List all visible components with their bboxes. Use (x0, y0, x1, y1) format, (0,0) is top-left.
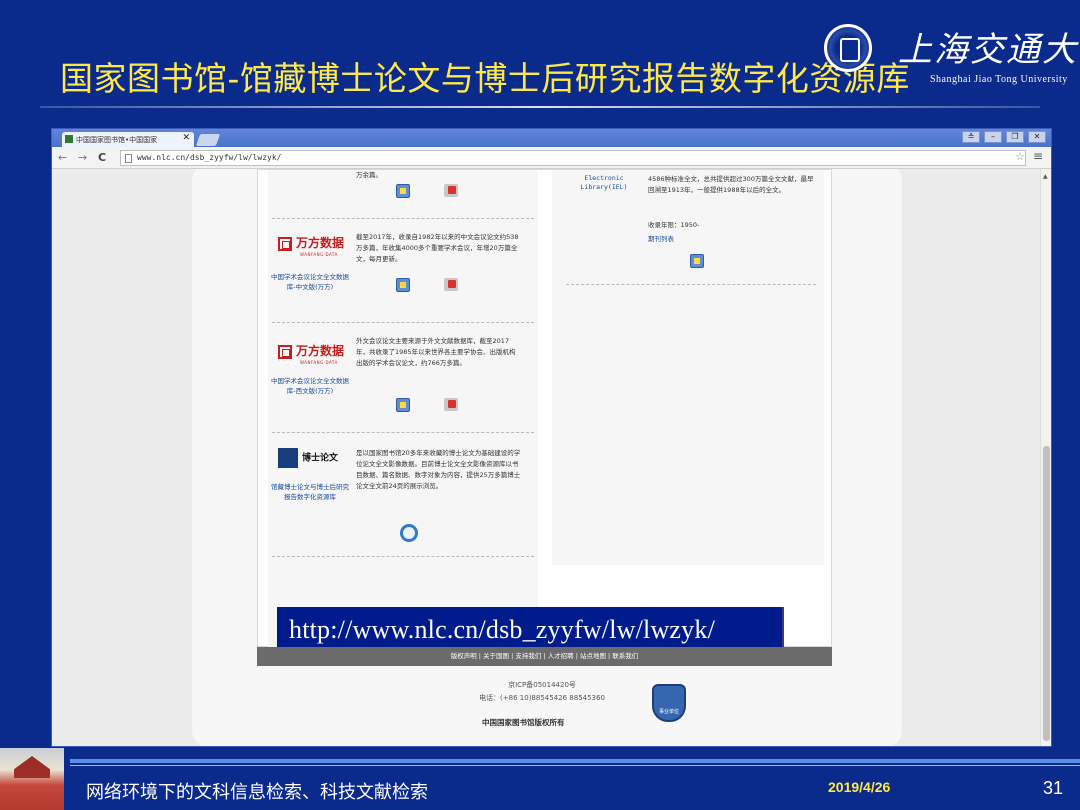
reload-icon[interactable]: C (98, 151, 106, 164)
top-text: 万余篇。 (356, 171, 382, 179)
dsb-logo-text: 博士论文 (302, 453, 339, 464)
tab-bar: 中国国家图书馆•中国国家 ✕ ≗ – ❐ ✕ (52, 129, 1051, 147)
pdf-icon[interactable] (444, 278, 458, 291)
wanfang-logo-text: 万方数据 (296, 344, 345, 358)
menu-icon[interactable]: ≡ (1033, 149, 1043, 163)
pdf-icon[interactable] (444, 184, 458, 197)
wanfang-sub: WANFANG DATA (300, 360, 338, 365)
footer-divider (70, 759, 1080, 763)
slide-date: 2019/4/26 (828, 779, 891, 795)
browser-window: 中国国家图书馆•中国国家 ✕ ≗ – ❐ ✕ ← → C www.nlc.cn/… (51, 128, 1052, 747)
logo-en-text: Shanghai Jiao Tong University (930, 74, 1068, 85)
favicon-icon (65, 135, 73, 143)
forward-icon[interactable]: → (78, 151, 87, 164)
scroll-thumb[interactable] (1043, 446, 1050, 741)
restore-button[interactable]: ❐ (1006, 131, 1024, 143)
entry2-caption-link[interactable]: 中国学术会议论文全文数据库-西文版(万方) (270, 376, 350, 396)
page-icon (125, 154, 132, 163)
university-logo: 上海交通大学 Shanghai Jiao Tong University (820, 22, 1080, 86)
full-text-icon[interactable] (396, 184, 410, 198)
url-text: www.nlc.cn/dsb_zyyfw/lw/lwzyk/ (137, 153, 282, 162)
wanfang-logo-text: 万方数据 (296, 236, 345, 250)
divider (272, 322, 534, 323)
wanfang-logo: 万方数据 (278, 234, 344, 251)
footer-divider-thin (70, 765, 1080, 766)
dsb-logo-icon (278, 448, 298, 468)
close-window-button[interactable]: ✕ (1028, 131, 1046, 143)
url-input[interactable]: www.nlc.cn/dsb_zyyfw/lw/lwzyk/ (120, 150, 1026, 166)
divider (566, 284, 816, 285)
divider (272, 218, 534, 219)
title-divider (40, 106, 1040, 108)
browse-icon[interactable] (400, 524, 418, 542)
journal-list-link[interactable]: 期刊列表 (648, 233, 674, 243)
page-number: 31 (1043, 778, 1064, 798)
dsb-logo: 博士论文 (278, 448, 338, 468)
left-column: 万余篇。 万方数据 WANFANG DATA 截至2017年，收录自1982年以… (268, 170, 538, 648)
icp-info: 京ICP备05014420号 电话：(+86 10)88545426 88545… (452, 679, 632, 705)
tab-close-icon[interactable]: ✕ (182, 133, 190, 143)
institution-badge-icon[interactable]: 事业单位 (652, 684, 686, 722)
logo-cn-text: 上海交通大学 (898, 30, 1080, 70)
address-bar: ← → C www.nlc.cn/dsb_zyyfw/lw/lwzyk/ ☆ ≡ (52, 147, 1051, 169)
university-seal-icon (824, 24, 872, 72)
copyright: 中国国家图书馆版权所有 (482, 718, 565, 727)
badge-text: 事业单位 (658, 709, 679, 715)
building-photo (0, 748, 64, 810)
pdf-icon[interactable] (444, 398, 458, 411)
new-tab-button[interactable] (195, 134, 221, 146)
site-footer-links[interactable]: 版权声明 | 关于国图 | 支持我们 | 人才招聘 | 站点地图 | 联系我们 (257, 647, 832, 666)
minimize-button[interactable]: – (984, 131, 1002, 143)
full-text-icon[interactable] (396, 398, 410, 412)
iel-label[interactable]: Electronic Library(IEL) (574, 174, 634, 192)
full-text-icon[interactable] (690, 254, 704, 268)
phone-number: 电话：(+86 10)88545426 88545360 (479, 694, 605, 702)
full-text-icon[interactable] (396, 278, 410, 292)
vertical-scrollbar[interactable]: ▲ (1040, 169, 1051, 746)
url-banner-text: http://www.nlc.cn/dsb_zyyfw/lw/lwzyk/ (289, 615, 715, 644)
browser-tab[interactable]: 中国国家图书馆•中国国家 ✕ (62, 132, 194, 147)
page-content: 万余篇。 万方数据 WANFANG DATA 截至2017年，收录自1982年以… (257, 169, 832, 648)
back-icon[interactable]: ← (58, 151, 67, 164)
iel-desc: 4586种标准全文，总共提供超过300万篇全文文献，最早回溯至1913年，一般提… (648, 175, 814, 194)
tab-title: 中国国家图书馆•中国国家 (76, 136, 158, 144)
right-column: Electronic Library(IEL) 4586种标准全文，总共提供超过… (552, 170, 824, 565)
wanfang-sub: WANFANG DATA (300, 252, 338, 257)
bookmark-star-icon[interactable]: ☆ (1015, 150, 1025, 163)
entry3-desc: 是以国家图书馆20多年来收藏的博士论文为基础建设的学位论文全文影像数据。目前博士… (356, 449, 521, 490)
entry2-desc: 外文会议论文主要来源于外文文献数据库，截至2017年，共收录了1985年以来世界… (356, 337, 516, 367)
iel-years: 收录年限：1950- (648, 221, 700, 229)
page-viewport: 万余篇。 万方数据 WANFANG DATA 截至2017年，收录自1982年以… (52, 169, 1042, 746)
entry3-caption-link[interactable]: 馆藏博士论文与博士后研究报告数字化资源库 (270, 482, 350, 502)
slide-title: 国家图书馆-馆藏博士论文与博士后研究报告数字化资源库 (60, 59, 910, 98)
entry1-desc: 截至2017年，收录自1982年以来的中文会议论文约538万多篇，年收集4000… (356, 233, 519, 263)
entry1-caption-link[interactable]: 中国学术会议论文全文数据库-中文版(万方) (270, 272, 350, 292)
course-title: 网络环境下的文科信息检索、科技文献检索 (86, 782, 428, 803)
divider (272, 432, 534, 433)
user-icon[interactable]: ≗ (962, 131, 980, 143)
wanfang-logo: 万方数据 (278, 342, 344, 359)
divider (272, 556, 534, 557)
icp-number: 京ICP备05014420号 (508, 681, 576, 689)
scroll-up-icon[interactable]: ▲ (1043, 173, 1048, 180)
